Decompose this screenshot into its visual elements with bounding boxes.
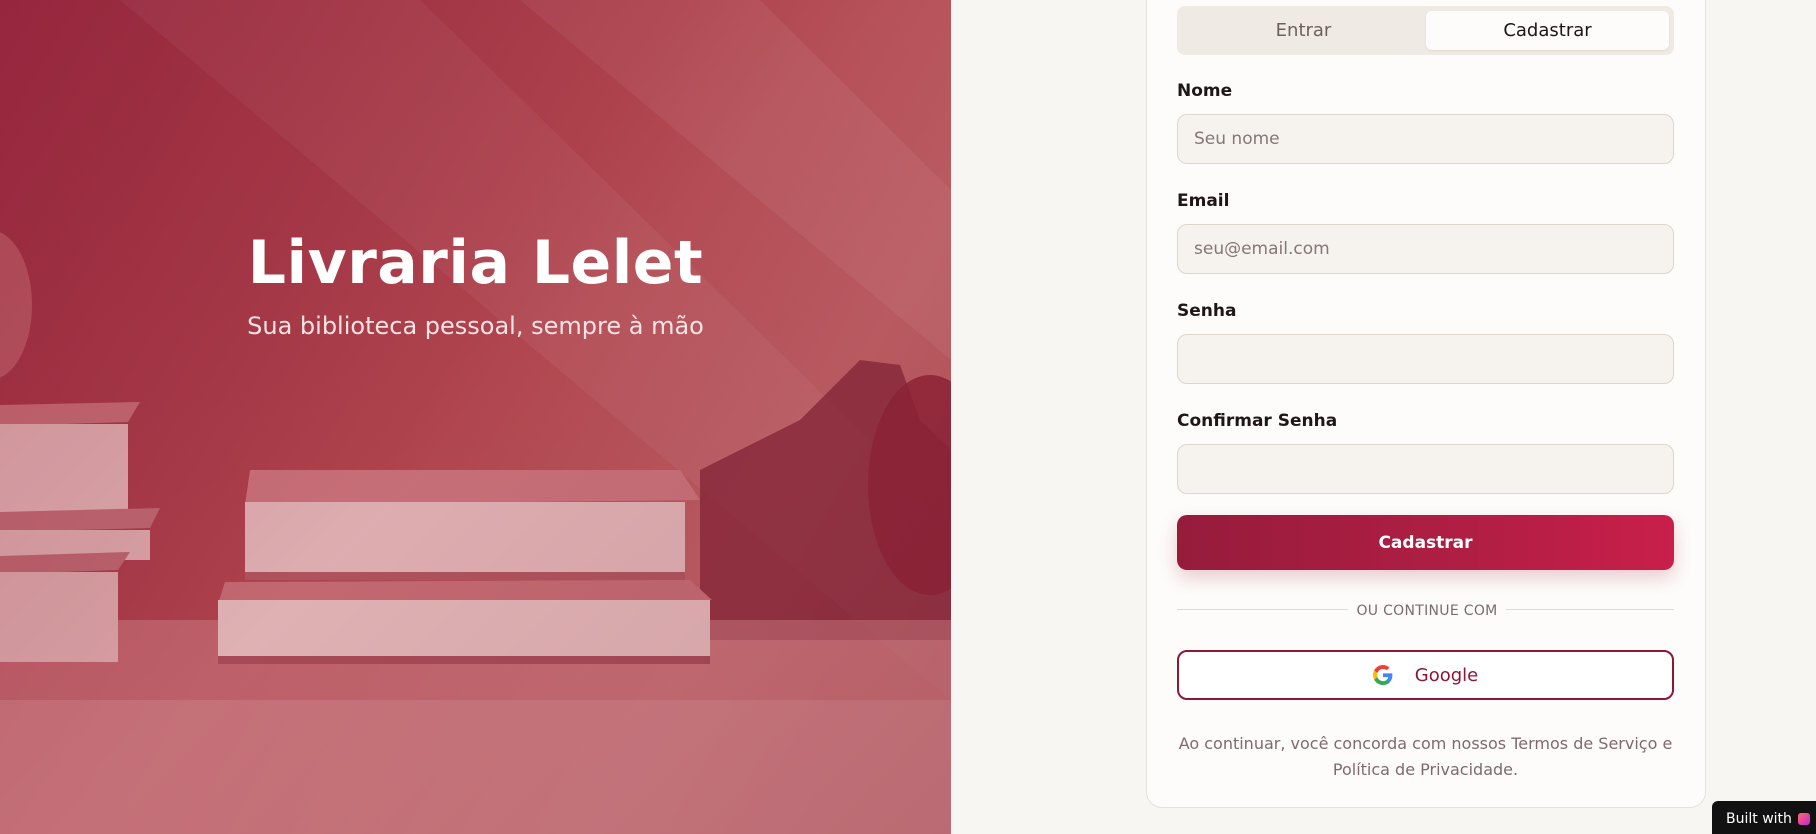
register-button[interactable]: Cadastrar <box>1177 515 1674 570</box>
confirm-password-label: Confirmar Senha <box>1177 411 1338 431</box>
password-input[interactable] <box>1177 334 1674 384</box>
tab-cadastrar[interactable]: Cadastrar <box>1426 11 1669 50</box>
confirm-password-input[interactable] <box>1177 444 1674 494</box>
badge-text: Built with <box>1726 811 1792 827</box>
password-label: Senha <box>1177 301 1237 321</box>
name-label: Nome <box>1177 81 1233 101</box>
email-input[interactable] <box>1177 224 1674 274</box>
auth-tabs: Entrar Cadastrar <box>1177 6 1674 55</box>
hero-overlay <box>0 0 951 834</box>
legal-notice: Ao continuar, você concorda com nossos T… <box>1178 734 1673 779</box>
name-input[interactable] <box>1177 114 1674 164</box>
hero-title: Livraria Lelet <box>247 228 704 298</box>
divider-text: OU CONTINUE COM <box>1348 603 1506 619</box>
google-signin-button[interactable]: Google <box>1177 650 1674 700</box>
hero-subtitle: Sua biblioteca pessoal, sempre à mão <box>247 312 704 340</box>
email-label: Email <box>1177 191 1230 211</box>
hero-panel: Livraria Lelet Sua biblioteca pessoal, s… <box>0 0 951 834</box>
google-icon <box>1372 665 1393 685</box>
tab-entrar[interactable]: Entrar <box>1182 11 1425 50</box>
built-with-badge[interactable]: Built with <box>1712 801 1816 834</box>
auth-card: Entrar Cadastrar Nome Email Senha Confir… <box>1146 0 1706 808</box>
brand-logo-icon <box>1797 813 1810 825</box>
divider: OU CONTINUE COM <box>1147 600 1707 619</box>
google-label: Google <box>1414 664 1479 686</box>
